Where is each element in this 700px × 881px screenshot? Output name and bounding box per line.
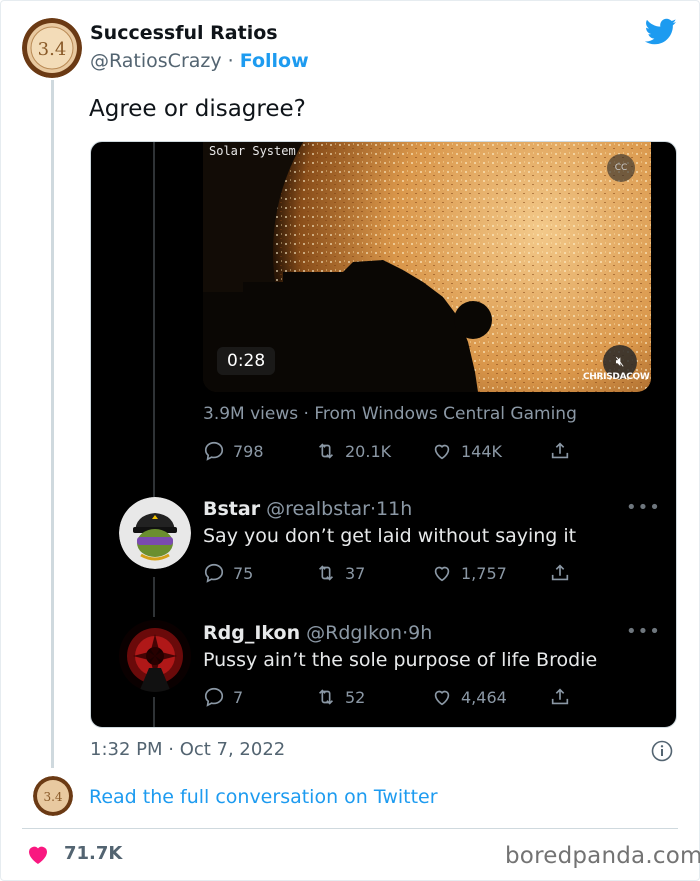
inner-thread-line [153, 142, 155, 497]
share-icon [551, 688, 569, 705]
reply-time: 11h [376, 498, 413, 520]
reply-count: 75 [233, 563, 254, 583]
reply-time: 9h [408, 622, 433, 644]
reply-text: Pussy ain’t the sole purpose of life Bro… [203, 649, 598, 671]
like-button[interactable]: 144K [431, 440, 502, 462]
author-display-name[interactable]: Successful Ratios [90, 22, 278, 44]
boredpanda-watermark: boredpanda.com [505, 843, 700, 869]
embedded-screenshot[interactable]: Solar System CC 0:28 🔇︎ CHRISDACOW 3.9M … [90, 141, 677, 728]
captions-icon[interactable]: CC [607, 154, 635, 182]
like-button[interactable]: 1,757 [431, 562, 507, 584]
like-total: 71.7K [64, 843, 123, 864]
reply-author-handle[interactable]: @RdgIkon [306, 622, 402, 644]
author-avatar[interactable]: 3.4 [22, 18, 82, 78]
video-watermark: CHRISDACOW [583, 372, 650, 382]
share-button[interactable] [549, 686, 571, 708]
retweet-button[interactable]: 20.1K [315, 440, 391, 462]
avatar-logo-text: 3.4 [43, 790, 62, 804]
like-icon [434, 566, 450, 582]
like-icon [434, 444, 450, 460]
reply-count: 798 [233, 441, 264, 461]
inner-thread-line [153, 577, 155, 617]
retweet-count: 20.1K [345, 441, 392, 461]
reply-author-name[interactable]: Bstar [203, 498, 260, 520]
reply-author-name[interactable]: Rdg_Ikon [203, 622, 300, 644]
like-button[interactable]: 4,464 [431, 686, 507, 708]
retweet-icon [318, 565, 334, 581]
tweet-timestamp[interactable]: 1:32 PM · Oct 7, 2022 [90, 739, 285, 760]
inner-thread-line [153, 697, 155, 727]
share-icon [551, 442, 569, 459]
like-count: 1,757 [461, 563, 507, 583]
reply-header: Rdg_Ikon @RdgIkon·9h [203, 622, 432, 644]
video-duration: 0:28 [217, 347, 276, 375]
like-count: 144K [461, 441, 503, 461]
share-icon [551, 564, 569, 581]
twitter-bird-icon[interactable] [645, 18, 677, 46]
views-line: 3.9M views · From Windows Central Gaming [203, 404, 577, 424]
reply-header: Bstar @realbstar·11h [203, 498, 412, 520]
reply-author-handle[interactable]: @realbstar [266, 498, 370, 520]
reply-action-row: 7 52 4,464 [203, 686, 583, 712]
captions-label: CC [614, 163, 628, 173]
share-button[interactable] [549, 562, 571, 584]
retweet-icon [318, 443, 334, 459]
retweet-icon [318, 689, 334, 705]
heart-icon[interactable] [26, 843, 50, 865]
tweet-text: Agree or disagree? [89, 96, 306, 122]
author-avatar-small[interactable]: 3.4 [33, 776, 73, 816]
divider [22, 828, 678, 829]
reply-action-row: 75 37 1,757 [203, 562, 583, 588]
author-handle[interactable]: @RatiosCrazy [90, 50, 222, 72]
main-action-row: 798 20.1K 144K [203, 440, 583, 466]
more-options-icon[interactable]: ••• [626, 621, 661, 642]
avatar-logo-text: 3.4 [38, 39, 67, 60]
retweet-button[interactable]: 52 [315, 686, 365, 708]
follow-button[interactable]: Follow [240, 50, 309, 72]
video-player[interactable]: Solar System CC 0:28 🔇︎ CHRISDACOW [203, 142, 651, 392]
like-icon [434, 690, 450, 706]
thread-line [51, 80, 54, 768]
info-icon[interactable] [651, 740, 673, 762]
reply-avatar-rdg-ikon[interactable] [119, 620, 191, 692]
retweet-count: 52 [345, 687, 366, 707]
reply-icon [204, 441, 224, 461]
reply-button[interactable]: 75 [203, 562, 253, 584]
reply-icon [204, 687, 224, 707]
more-options-icon[interactable]: ••• [626, 497, 661, 518]
reply-button[interactable]: 798 [203, 440, 264, 462]
reply-button[interactable]: 7 [203, 686, 243, 708]
reply-avatar-bstar[interactable] [119, 497, 191, 569]
share-button[interactable] [549, 440, 571, 462]
retweet-count: 37 [345, 563, 366, 583]
separator-dot: · [227, 50, 234, 72]
author-handle-row: @RatiosCrazy · Follow [90, 50, 309, 72]
reply-icon [204, 563, 224, 583]
reply-text: Say you don’t get laid without saying it [203, 525, 577, 547]
retweet-button[interactable]: 37 [315, 562, 365, 584]
reply-count: 7 [233, 687, 244, 707]
video-title: Solar System [209, 144, 296, 158]
like-count: 4,464 [461, 687, 507, 707]
read-conversation-link[interactable]: Read the full conversation on Twitter [89, 786, 438, 808]
